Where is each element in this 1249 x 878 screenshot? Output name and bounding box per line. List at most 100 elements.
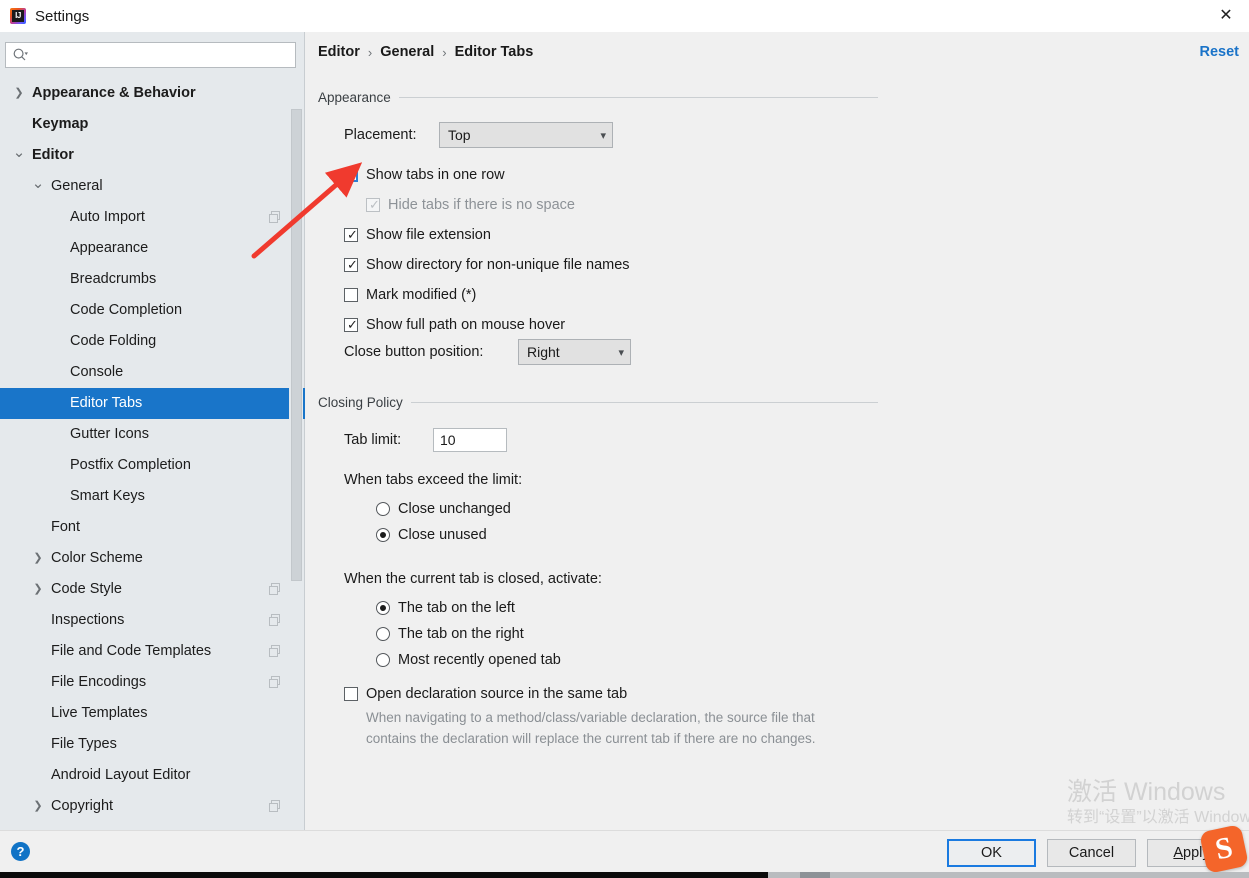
sidebar-item-postfix-completion[interactable]: Postfix Completion <box>0 450 305 481</box>
exceed-limit-label: When tabs exceed the limit: <box>344 472 523 488</box>
sidebar-item-android-layout-editor[interactable]: Android Layout Editor <box>0 760 305 791</box>
sidebar-item-code-completion[interactable]: Code Completion <box>0 295 305 326</box>
radio-unselected-icon[interactable] <box>376 502 390 516</box>
search-input[interactable] <box>34 44 284 66</box>
settings-tree[interactable]: ❯ Appearance & Behavior Keymap ⌄ Editor ⌄ Gene… <box>0 78 305 830</box>
sidebar-item-label: Smart Keys <box>70 488 145 504</box>
sidebar-item-keymap[interactable]: Keymap <box>0 109 305 140</box>
sidebar-scrollbar-thumb[interactable] <box>291 109 302 581</box>
checkbox-row-show-file-extension[interactable]: ✓ Show file extension <box>344 220 904 250</box>
sidebar-item-live-templates[interactable]: Live Templates <box>0 698 305 729</box>
appearance-checkbox-list: Show tabs in one row ✓ Hide tabs if there … <box>344 160 904 340</box>
cancel-button[interactable]: Cancel <box>1047 839 1136 867</box>
activate-option-the-tab-on-the-left[interactable]: The tab on the left <box>376 595 602 621</box>
chevron-right-icon[interactable]: ❯ <box>12 78 26 109</box>
chevron-right-icon: › <box>442 44 447 60</box>
sidebar-item-label: General <box>51 178 103 194</box>
checkbox-label: Show tabs in one row <box>366 167 505 183</box>
radio-selected-icon[interactable] <box>376 601 390 615</box>
sidebar-item-label: Code Folding <box>70 333 157 349</box>
close-icon[interactable]: ✕ <box>1203 0 1249 32</box>
breadcrumb: Editor › General › Editor Tabs <box>318 44 533 60</box>
chevron-right-icon[interactable]: ❯ <box>31 543 45 574</box>
radio-selected-icon[interactable] <box>376 528 390 542</box>
sidebar-item-console[interactable]: Console <box>0 357 305 388</box>
sidebar-item-file-types[interactable]: File Types <box>0 729 305 760</box>
close-button-position-dropdown[interactable]: Right ▾ <box>518 339 631 365</box>
tab-limit-row: Tab limit: 10 <box>344 428 507 452</box>
sidebar-item-code-folding[interactable]: Code Folding <box>0 326 305 357</box>
sidebar-item-label: Live Templates <box>51 705 148 721</box>
radio-unselected-icon[interactable] <box>376 627 390 641</box>
tab-limit-input[interactable]: 10 <box>433 428 507 452</box>
breadcrumb-item-general[interactable]: General <box>380 44 434 60</box>
sidebar-item-label: File and Code Templates <box>51 643 212 659</box>
chevron-right-icon[interactable]: ❯ <box>31 574 45 605</box>
tab-limit-value: 10 <box>440 432 456 448</box>
exceed-limit-option-close-unused[interactable]: Close unused <box>376 522 522 548</box>
exceed-limit-radio-group: Close unchanged Close unused <box>344 496 522 548</box>
copy-settings-icon <box>269 676 281 688</box>
sidebar-item-gutter-icons[interactable]: Gutter Icons <box>0 419 305 450</box>
sidebar-item-code-style[interactable]: ❯ Code Style <box>0 574 305 605</box>
activate-option-the-tab-on-the-right[interactable]: The tab on the right <box>376 621 602 647</box>
sidebar-item-appearance[interactable]: Appearance <box>0 233 305 264</box>
ok-button[interactable]: OK <box>947 839 1036 867</box>
sidebar-item-editor[interactable]: ⌄ Editor <box>0 140 305 171</box>
chevron-down-icon[interactable]: ⌄ <box>31 171 45 202</box>
checkbox-row-show-directory-for-non-unique-file-names[interactable]: ✓ Show directory for non-unique file name… <box>344 250 904 280</box>
sidebar-item-auto-import[interactable]: Auto Import <box>0 202 305 233</box>
checkbox-label: Mark modified (*) <box>366 287 477 303</box>
sidebar-item-font[interactable]: Font <box>0 512 305 543</box>
sidebar-item-appearance-behavior[interactable]: ❯ Appearance & Behavior <box>0 78 305 109</box>
checkbox-unchecked-icon[interactable] <box>344 288 358 302</box>
open-declaration-row[interactable]: Open declaration source in the same tab <box>344 686 874 702</box>
checkbox-unchecked-icon[interactable] <box>344 168 358 182</box>
breadcrumb-item-editor[interactable]: Editor <box>318 44 360 60</box>
sidebar-item-label: Android Layout Editor <box>51 767 191 783</box>
sidebar-item-file-and-code-templates[interactable]: File and Code Templates <box>0 636 305 667</box>
checkbox-checked-icon[interactable]: ✓ <box>344 258 358 272</box>
reset-link[interactable]: Reset <box>1200 44 1240 60</box>
sidebar-item-breadcrumbs[interactable]: Breadcrumbs <box>0 264 305 295</box>
checkbox-row-mark-modified[interactable]: Mark modified (*) <box>344 280 904 310</box>
open-declaration-checkbox[interactable] <box>344 687 358 701</box>
chevron-down-icon[interactable]: ⌄ <box>12 140 26 171</box>
sidebar-item-color-scheme[interactable]: ❯ Color Scheme <box>0 543 305 574</box>
breadcrumb-item-editor-tabs[interactable]: Editor Tabs <box>455 44 534 60</box>
sidebar-item-label: Copyright <box>51 798 114 814</box>
radio-unselected-icon[interactable] <box>376 653 390 667</box>
sidebar-item-editor-tabs[interactable]: Editor Tabs <box>0 388 305 419</box>
apply-mnemonic: A <box>1173 845 1184 861</box>
exceed-limit-option-close-unchanged[interactable]: Close unchanged <box>376 496 522 522</box>
chevron-right-icon: › <box>367 44 373 60</box>
sidebar-item-copyright[interactable]: ❯ Copyright <box>0 791 305 822</box>
sidebar-item-smart-keys[interactable]: Smart Keys <box>0 481 305 512</box>
close-button-position-label: Close button position: <box>344 344 484 360</box>
checkbox-row-show-full-path-on-mouse-hover[interactable]: ✓ Show full path on mouse hover <box>344 310 904 340</box>
placement-dropdown[interactable]: Top ▾ <box>439 122 613 148</box>
taskbar-strip-right <box>768 872 1249 878</box>
sidebar-item-label: Breadcrumbs <box>70 271 157 287</box>
help-question-icon[interactable]: ? <box>11 842 30 861</box>
taskbar-strip-segment <box>800 872 830 878</box>
chevron-right-icon[interactable]: ❯ <box>31 791 45 822</box>
checkbox-label: Show directory for non-unique file names <box>366 257 630 273</box>
sidebar-item-label: Code Style <box>51 581 122 597</box>
checkbox-checked-icon[interactable]: ✓ <box>344 318 358 332</box>
radio-label: Close unused <box>398 527 487 543</box>
settings-sidebar: ❯ Appearance & Behavior Keymap ⌄ Editor ⌄ Gene… <box>0 32 305 830</box>
intellij-idea-icon: IJ <box>10 8 26 24</box>
dialog-footer: ? OK Cancel Apply <box>0 830 1249 872</box>
appearance-group-title: Appearance <box>318 90 391 105</box>
sidebar-item-file-encodings[interactable]: File Encodings <box>0 667 305 698</box>
sidebar-item-general[interactable]: ⌄ General <box>0 171 305 202</box>
activate-option-most-recently-opened-tab[interactable]: Most recently opened tab <box>376 647 602 673</box>
activate-label: When the current tab is closed, activate… <box>344 571 602 587</box>
checkbox-row-show-tabs-in-one-row[interactable]: Show tabs in one row <box>344 160 904 190</box>
sidebar-item-inspections[interactable]: Inspections <box>0 605 305 636</box>
search-box[interactable] <box>5 42 296 68</box>
open-declaration-description: When navigating to a method/class/variab… <box>366 710 816 746</box>
chevron-down-icon: ▾ <box>618 346 624 359</box>
checkbox-checked-icon[interactable]: ✓ <box>344 228 358 242</box>
